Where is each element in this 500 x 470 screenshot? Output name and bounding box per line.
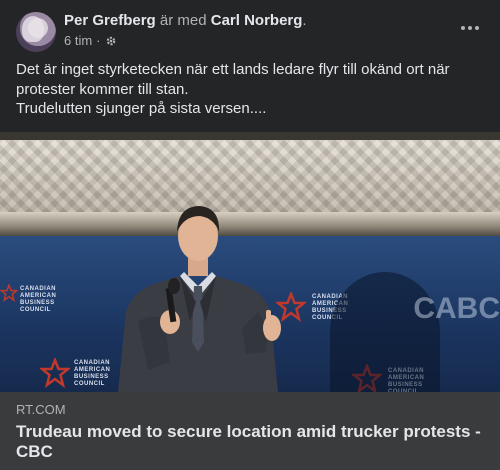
with-text: är med	[159, 12, 207, 29]
backdrop-logo: CANADIANAMERICANBUSINESSCOUNCIL	[20, 286, 57, 313]
backdrop-logo: CANADIANAMERICANBUSINESSCOUNCIL	[74, 360, 111, 387]
backdrop-text: CABC	[413, 292, 500, 325]
tagged-name[interactable]: Carl Norberg	[211, 12, 303, 29]
post-meta: 6 tim ·	[64, 33, 117, 48]
ceiling	[0, 132, 500, 212]
meta-separator: ·	[96, 33, 101, 48]
post-text-line: protester kommer till stan.	[16, 80, 189, 98]
link-preview-footer[interactable]: RT.COM Trudeau moved to secure location …	[0, 392, 500, 470]
speaker-shadow	[330, 272, 440, 392]
post-text-line: Det är inget styrketecken när ett lands …	[16, 61, 450, 78]
gear-icon	[106, 36, 115, 45]
link-headline[interactable]: Trudeau moved to secure location amid tr…	[16, 422, 486, 462]
star-icon	[40, 358, 70, 388]
speaker-figure	[118, 206, 281, 392]
author-name[interactable]: Per Grefberg	[64, 12, 156, 29]
author-avatar[interactable]	[16, 12, 56, 52]
author-line: Per Grefberg är med Carl Norberg.	[64, 12, 307, 30]
post-text: Det är inget styrketecken när ett lands …	[16, 60, 484, 119]
period: .	[302, 12, 307, 29]
link-domain: RT.COM	[16, 402, 66, 417]
star-icon	[0, 284, 18, 302]
post-header: Per Grefberg är med Carl Norberg. 6 tim …	[0, 0, 500, 56]
link-preview-image[interactable]: CANADIAN AMERICAN BUSINESS COUNCIL CANADIAN…	[0, 132, 500, 392]
more-options-icon[interactable]	[456, 18, 484, 38]
facebook-post: Per Grefberg är med Carl Norberg. 6 tim …	[0, 0, 500, 470]
post-text-line: Trudelutten sjunger på sista versen....	[16, 100, 267, 117]
post-time[interactable]: 6 tim	[64, 33, 92, 48]
